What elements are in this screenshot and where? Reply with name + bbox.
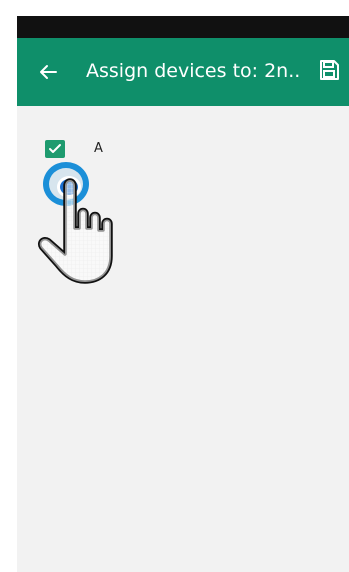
- arrow-left-icon[interactable]: [36, 60, 60, 84]
- device-label: A: [94, 141, 103, 156]
- app-bar: Assign devices to: 2n...: [17, 38, 349, 106]
- device-list: A: [17, 106, 349, 572]
- phone-screen: Assign devices to: 2n... A: [17, 16, 349, 572]
- pointing-hand-icon: [35, 168, 125, 288]
- device-row-a[interactable]: A: [45, 140, 165, 162]
- page-title: Assign devices to: 2n...: [86, 60, 301, 82]
- save-icon[interactable]: [317, 58, 341, 82]
- status-bar: [17, 16, 349, 38]
- check-icon: [49, 144, 61, 153]
- device-checkbox[interactable]: [45, 140, 65, 158]
